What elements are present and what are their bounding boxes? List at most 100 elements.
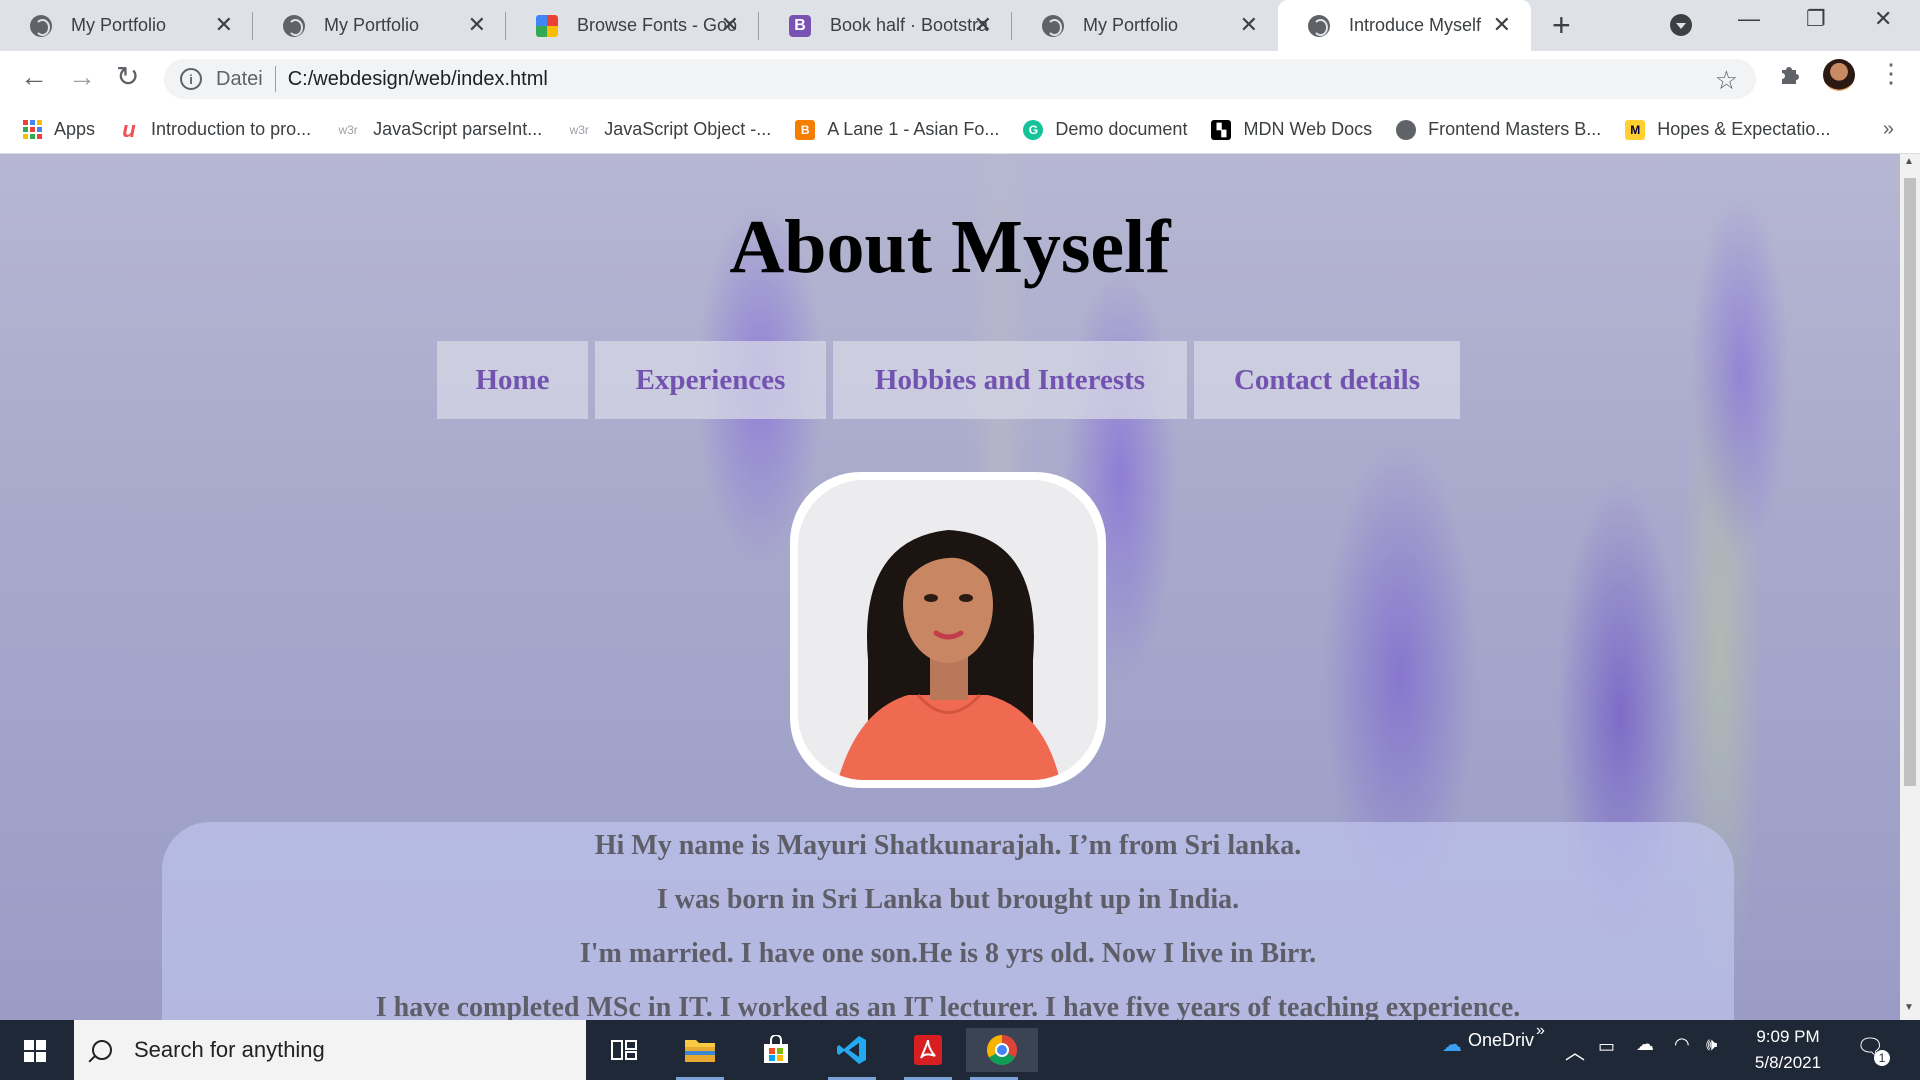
minimize-button[interactable]: — <box>1738 6 1760 32</box>
bookmark-item[interactable]: Frontend Masters B... <box>1396 119 1601 140</box>
tab-title: My Portfolio <box>324 15 420 35</box>
browser-tab[interactable]: My Portfolio ✕ <box>253 0 506 51</box>
bookmark-label: MDN Web Docs <box>1243 119 1373 139</box>
about-line: I have completed MSc in IT. I worked as … <box>375 992 1521 1020</box>
tab-search-icon[interactable] <box>1670 14 1692 36</box>
taskbar-search-box[interactable]: Search for anything <box>74 1020 586 1080</box>
bookmark-item[interactable]: w3r JavaScript Object -... <box>566 119 772 140</box>
acrobat-icon[interactable] <box>900 1028 956 1080</box>
close-tab-icon[interactable]: ✕ <box>1493 12 1511 38</box>
bookmark-label: Hopes & Expectatio... <box>1657 119 1831 139</box>
bookmark-label: Apps <box>54 119 96 139</box>
portrait-illustration <box>798 480 1098 780</box>
w3resource-icon: w3r <box>338 122 358 137</box>
scroll-down-arrow-icon[interactable]: ▼ <box>1904 1002 1914 1013</box>
bookmark-label: Frontend Masters B... <box>1428 119 1602 139</box>
bookmark-item[interactable]: B A Lane 1 - Asian Fo... <box>795 119 999 140</box>
tab-title: Book half · Bootstra <box>830 15 989 35</box>
show-hidden-icons-chevron-icon[interactable]: ︿ <box>1565 1036 1585 1065</box>
system-clock[interactable]: 9:09 PM 5/8/2021 <box>1740 1024 1836 1076</box>
microsoft-store-icon[interactable] <box>748 1028 804 1072</box>
battery-icon[interactable]: ▭ <box>1598 1036 1615 1057</box>
bookmark-item[interactable]: u Introduction to pro... <box>119 117 312 142</box>
close-tab-icon[interactable]: ✕ <box>1240 12 1258 38</box>
task-view-icon[interactable] <box>596 1028 652 1072</box>
bookmarks-overflow-icon[interactable]: » <box>1883 118 1894 141</box>
miro-icon: M <box>1625 119 1646 140</box>
restore-button[interactable]: ❐ <box>1806 6 1826 32</box>
about-line: Hi My name is Mayuri Shatkunarajah. I’m … <box>594 830 1302 861</box>
bookmark-label: Demo document <box>1055 119 1188 139</box>
globe-icon <box>1042 14 1064 37</box>
url-text[interactable]: C:/webdesign/web/index.html <box>288 68 548 91</box>
onedrive-label[interactable]: OneDriv <box>1468 1030 1534 1051</box>
extensions-puzzle-icon[interactable] <box>1778 62 1802 86</box>
close-tab-icon[interactable]: ✕ <box>215 12 233 38</box>
omnibox-divider <box>274 66 276 92</box>
bookmark-label: JavaScript Object -... <box>604 119 772 139</box>
close-window-button[interactable]: ✕ <box>1874 6 1892 32</box>
reload-button[interactable]: ↻ <box>116 61 139 93</box>
close-tab-icon[interactable]: ✕ <box>721 12 739 38</box>
back-button[interactable]: ← <box>20 61 48 93</box>
page-viewport: About Myself Home Experiences Hobbies an… <box>0 154 1900 1020</box>
grammarly-icon: G <box>1023 119 1044 140</box>
browser-tab[interactable]: Browse Fonts - Goo ✕ <box>506 0 759 51</box>
volume-icon[interactable]: 🕪 <box>1706 1034 1717 1055</box>
scroll-up-arrow-icon[interactable]: ▲ <box>1904 156 1914 167</box>
vscode-icon[interactable] <box>824 1028 880 1080</box>
tab-title: My Portfolio <box>1083 15 1179 35</box>
browser-tab[interactable]: B Book half · Bootstra ✕ <box>759 0 1012 51</box>
origin-label: Datei <box>216 67 263 90</box>
windows-taskbar: Search for anything ☁ OneDriv » ︿ ▭ ☁ ◠ … <box>0 1020 1920 1080</box>
browser-tab[interactable]: My Portfolio ✕ <box>0 0 253 51</box>
apps-grid-icon <box>22 119 42 140</box>
globe-icon <box>1308 14 1330 37</box>
browser-toolbar: ← → ↻ i Datei C:/webdesign/web/index.htm… <box>0 51 1920 106</box>
about-line: I'm married. I have one son.He is 8 yrs … <box>579 938 1317 969</box>
bookmark-item[interactable]: ▚ MDN Web Docs <box>1211 119 1372 140</box>
nav-contact-link[interactable]: Contact details <box>1194 341 1460 419</box>
clock-date: 5/8/2021 <box>1754 1053 1822 1072</box>
address-bar[interactable]: i Datei C:/webdesign/web/index.html ☆ <box>164 59 1756 99</box>
mdn-icon: ▚ <box>1211 119 1232 140</box>
page-title: About Myself <box>729 205 1171 289</box>
nav-hobbies-link[interactable]: Hobbies and Interests <box>833 341 1187 419</box>
bookmark-apps[interactable]: Apps <box>22 119 95 140</box>
bookmark-item[interactable]: M Hopes & Expectatio... <box>1625 119 1830 140</box>
browser-menu-icon[interactable]: ⋮ <box>1878 58 1904 88</box>
clock-time: 9:09 PM <box>1756 1027 1820 1046</box>
browser-tab[interactable]: My Portfolio ✕ <box>1012 0 1278 51</box>
forward-button[interactable]: → <box>68 61 96 93</box>
info-icon[interactable]: i <box>180 68 202 90</box>
search-icon <box>92 1040 112 1060</box>
onedrive-cloud-icon[interactable]: ☁ <box>1442 1032 1462 1057</box>
close-tab-icon[interactable]: ✕ <box>468 12 486 38</box>
about-line: I was born in Sri Lanka but brought up i… <box>656 884 1240 915</box>
w3resource-icon: w3r <box>569 122 589 137</box>
tab-strip: My Portfolio ✕ My Portfolio ✕ Browse Fon… <box>0 0 1920 51</box>
bookmark-star-icon[interactable]: ☆ <box>1715 65 1738 96</box>
chrome-icon[interactable] <box>966 1028 1038 1080</box>
bookmark-item[interactable]: w3r JavaScript parseInt... <box>335 119 542 140</box>
windows-start-icon[interactable] <box>24 1040 46 1062</box>
browser-tab-active[interactable]: Introduce Myself ✕ <box>1278 0 1531 51</box>
scrollbar-thumb[interactable] <box>1904 178 1916 786</box>
tray-overflow-icon[interactable]: » <box>1536 1022 1545 1040</box>
nav-home-link[interactable]: Home <box>437 341 588 419</box>
profile-avatar[interactable] <box>1823 59 1855 91</box>
site-nav: Home Experiences Hobbies and Interests C… <box>437 341 1460 419</box>
new-tab-button[interactable]: + <box>1552 8 1571 42</box>
bootstrap-icon: B <box>789 14 811 37</box>
bookmark-label: JavaScript parseInt... <box>373 119 543 139</box>
globe-icon <box>30 14 52 37</box>
tab-title: Introduce Myself <box>1349 15 1482 35</box>
bookmark-item[interactable]: G Demo document <box>1023 119 1187 140</box>
close-tab-icon[interactable]: ✕ <box>974 12 992 38</box>
wifi-icon[interactable]: ◠ <box>1674 1034 1690 1055</box>
bookmark-label: Introduction to pro... <box>151 119 312 139</box>
nav-experiences-link[interactable]: Experiences <box>595 341 826 419</box>
tab-title: My Portfolio <box>71 15 167 35</box>
file-explorer-icon[interactable] <box>672 1028 728 1080</box>
cloud-icon[interactable]: ☁ <box>1636 1034 1654 1055</box>
